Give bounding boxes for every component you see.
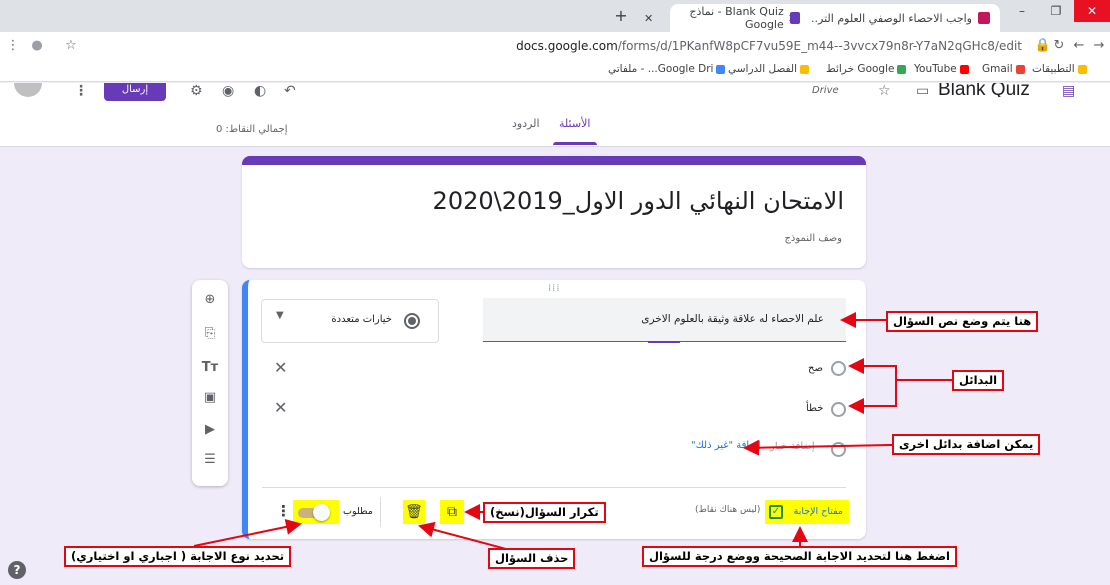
annotation-delete: حذف السؤال — [488, 548, 576, 569]
help-icon[interactable]: ? — [8, 561, 26, 579]
annotation-add-options: يمكن اضافة بدائل اخرى — [892, 434, 1041, 455]
annotation-duplicate: تكرار السؤال(نسخ) — [483, 502, 606, 523]
annotation-arrows — [193, 312, 952, 559]
annotation-question-text: هنا يتم وضع نص السؤال — [886, 311, 1039, 332]
annotation-required: تحديد نوع الاجابة ( اجباري او اختياري) — [64, 546, 292, 567]
annotation-options: البدائل — [952, 370, 1005, 391]
annotation-answer-key: اضغط هنا لتحديد الاجابة الصحيحة ووضع درج… — [642, 546, 957, 567]
